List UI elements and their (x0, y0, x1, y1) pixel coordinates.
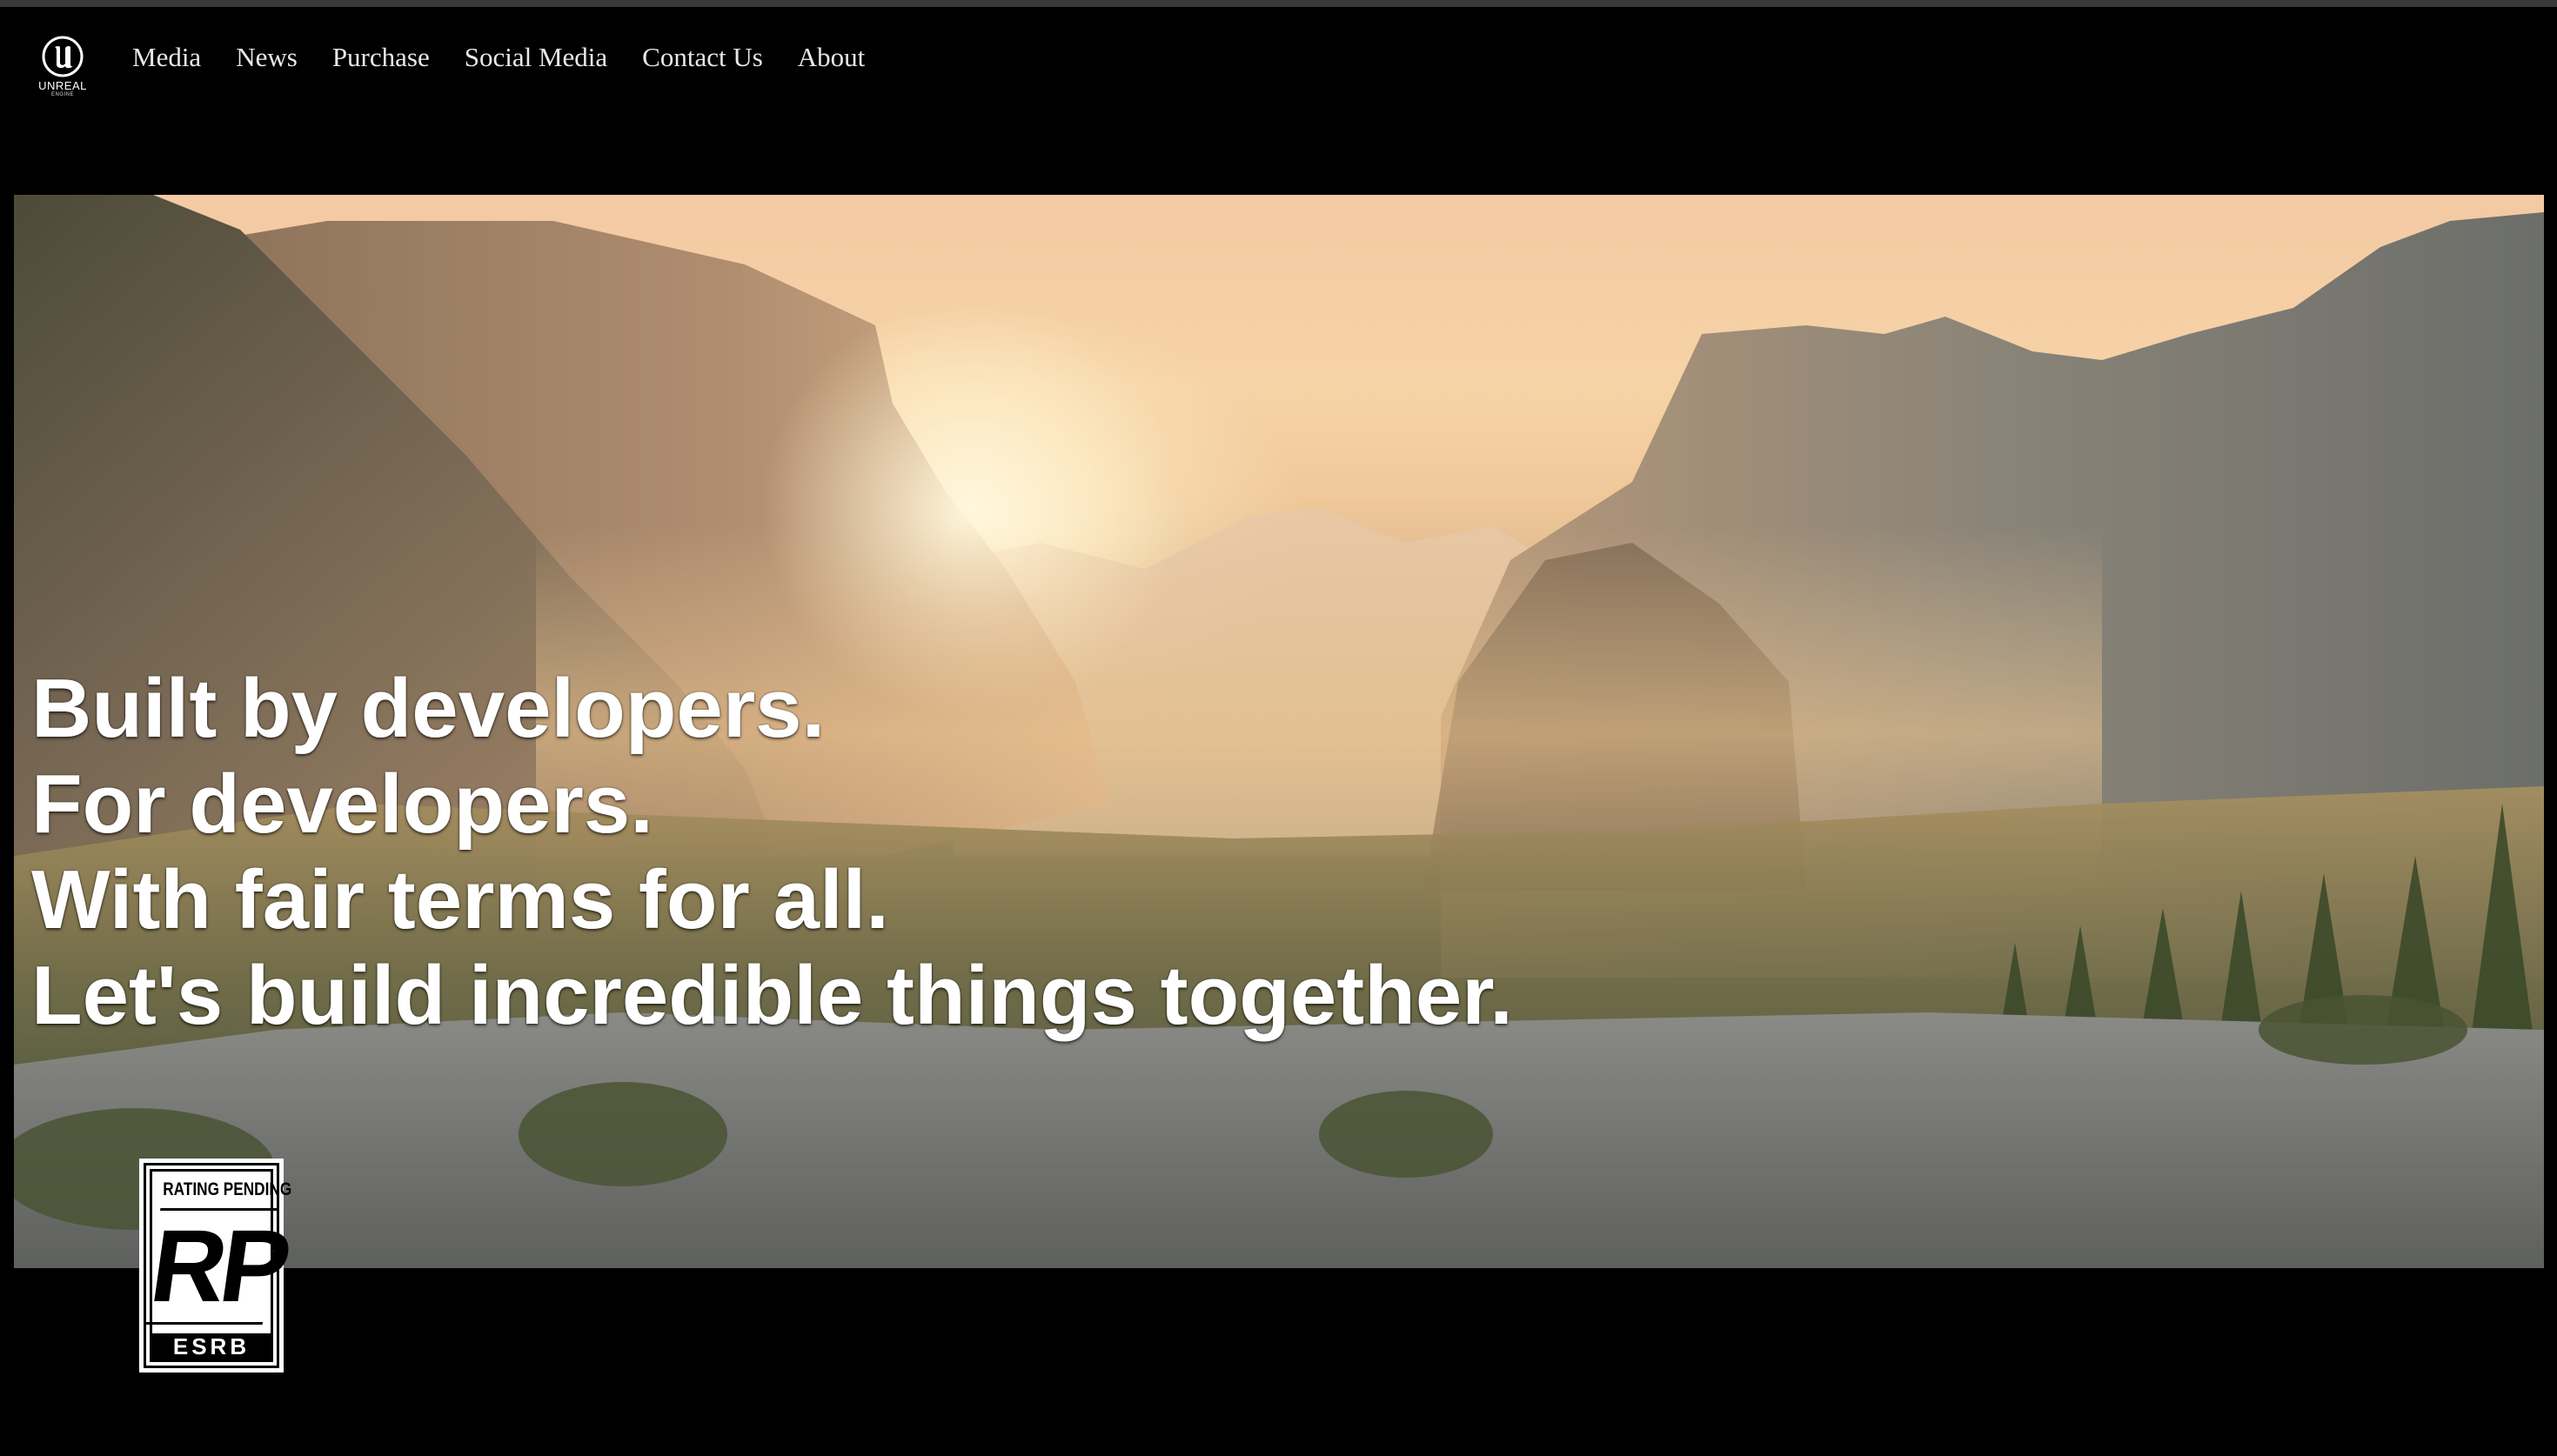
headline-line-3: With fair terms for all. (31, 853, 889, 946)
hero-headline: Built by developers. For developers. Wit… (31, 661, 1513, 1044)
headline-line-2: For developers. (31, 758, 653, 851)
esrb-rating-badge: RATING PENDING RP ESRB (139, 1159, 292, 1373)
esrb-rating-letters: RP (144, 1208, 293, 1325)
unreal-engine-logo-icon (31, 35, 94, 78)
hero-banner: Built by developers. For developers. Wit… (14, 195, 2544, 1268)
logo-text: UNREAL (38, 79, 87, 92)
browser-top-edge (0, 0, 2557, 7)
nav-link-news[interactable]: News (236, 40, 298, 75)
nav-link-media[interactable]: Media (132, 40, 201, 75)
nav-link-purchase[interactable]: Purchase (332, 40, 430, 75)
esrb-label: ESRB (152, 1333, 271, 1359)
unreal-engine-logo[interactable]: UNREAL ENGINE (31, 35, 94, 104)
main-nav: Media News Purchase Social Media Contact… (132, 40, 865, 75)
nav-link-contact-us[interactable]: Contact Us (642, 40, 763, 75)
headline-line-4: Let's build incredible things together. (31, 949, 1513, 1042)
headline-line-1: Built by developers. (31, 662, 826, 755)
esrb-badge-frame: RATING PENDING RP ESRB (144, 1169, 292, 1362)
page: UNREAL ENGINE Media News Purchase Social… (0, 0, 2557, 1456)
logo-subtext: ENGINE (50, 92, 74, 97)
nav-link-about[interactable]: About (798, 40, 866, 75)
esrb-rating-pending-text: RATING PENDING (163, 1179, 292, 1199)
nav-link-social-media[interactable]: Social Media (465, 40, 607, 75)
